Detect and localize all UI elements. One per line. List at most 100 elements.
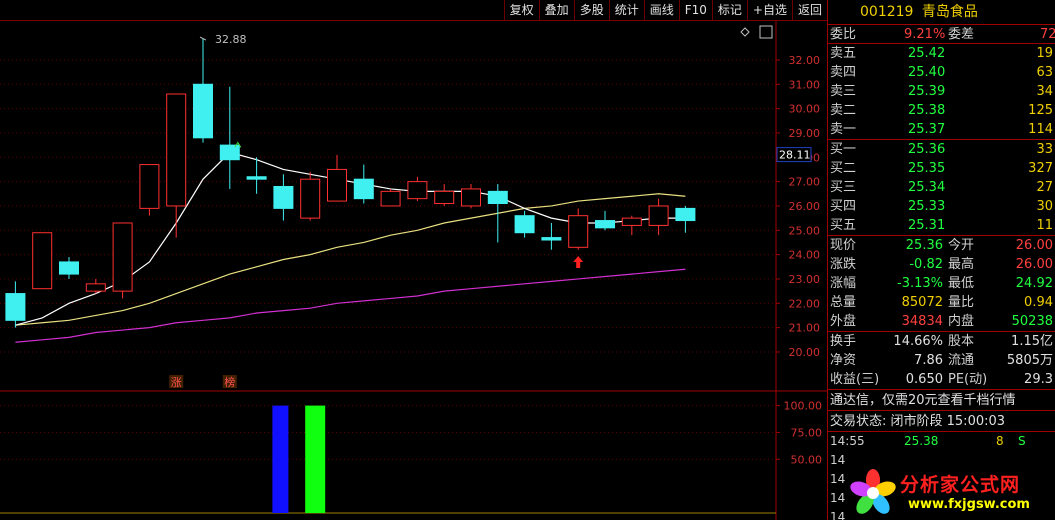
tick-price: 25.38 (904, 434, 939, 448)
level-volume: 114 (1028, 122, 1053, 137)
candle-body (675, 207, 696, 222)
buy-arrow-icon (573, 256, 584, 268)
stats-row: 涨幅 -3.13% 最低 24.92 (828, 274, 1055, 293)
stats-row: 总量 85072 量比 0.94 (828, 293, 1055, 312)
stock-name: 青岛食品 (921, 4, 978, 20)
level-volume: 63 (1036, 65, 1053, 80)
stat-value: 34834 (901, 314, 943, 329)
toolbar-button[interactable]: 返回 (791, 0, 827, 21)
toolbar-button[interactable]: 多股 (573, 0, 609, 21)
ask-row[interactable]: 卖三 25.39 34 (828, 82, 1055, 101)
price-tick-label: 25.00 (789, 224, 821, 237)
candle-body (139, 164, 160, 209)
level-price: 25.42 (908, 46, 946, 61)
fund-row: 收益(三) 0.650 PE(动) 29.3 (828, 370, 1055, 389)
stat-value: 1.15亿 (1011, 334, 1053, 349)
stats-row: 现价 25.36 今开 26.00 (828, 236, 1055, 255)
ask-row[interactable]: 卖四 25.40 63 (828, 63, 1055, 82)
stat-label: 今开 (948, 238, 975, 253)
stat-label: 现价 (830, 238, 857, 253)
candle-body (219, 144, 240, 161)
price-tick-label: 31.00 (789, 78, 821, 91)
level-volume: 19 (1036, 46, 1053, 61)
stat-value: -3.13% (897, 276, 943, 291)
level-label: 买一 (830, 142, 857, 157)
event-label: 涨 (171, 376, 182, 389)
level-price: 25.34 (908, 180, 946, 195)
price-tick-label: 21.00 (789, 322, 821, 335)
stat-label: 总量 (830, 295, 857, 310)
stat-value: 26.00 (1015, 257, 1053, 272)
level-label: 卖二 (830, 103, 857, 118)
price-tick-label: 24.00 (789, 249, 821, 262)
indicator-tick-label: 75.00 (791, 426, 823, 439)
level-volume: 11 (1036, 218, 1053, 233)
candle-body (85, 283, 106, 292)
ask-row[interactable]: 卖一 25.37 114 (828, 120, 1055, 139)
stat-label: 最低 (948, 276, 975, 291)
indicator-bar (305, 405, 326, 513)
ask-row[interactable]: 卖二 25.38 125 (828, 101, 1055, 120)
fundamentals: 换手 14.66% 股本 1.15亿 净资 7.86 流通 5805万 收益(三) 0.650 PE… (828, 332, 1055, 390)
toolbar-button[interactable]: 画线 (643, 0, 679, 21)
watermark: 分析家公式网 www.fxjgsw.com (848, 466, 1053, 520)
stat-value: 25.36 (905, 238, 943, 253)
tick-time: 14:55 (830, 434, 865, 448)
bid-row[interactable]: 买三 25.34 27 (828, 178, 1055, 197)
stat-value: 7.86 (914, 353, 943, 368)
price-tick-label: 26.00 (789, 200, 821, 213)
toolbar-button[interactable]: 复权 (503, 0, 539, 21)
stat-value: -0.82 (909, 257, 943, 272)
level-volume: 30 (1036, 199, 1053, 214)
level-label: 买四 (830, 199, 857, 214)
bid-row[interactable]: 买五 25.31 11 (828, 216, 1055, 235)
candle-body (32, 232, 53, 290)
order-diff-value: 72 (1040, 27, 1055, 42)
level-volume: 27 (1036, 180, 1053, 195)
level-volume: 125 (1028, 103, 1053, 118)
stat-value: 29.3 (1024, 372, 1053, 387)
level-label: 卖一 (830, 122, 857, 137)
stat-value: 50238 (1011, 314, 1053, 329)
level-volume: 33 (1036, 142, 1053, 157)
notice-banner[interactable]: 通达信，仅需20元查看千档行情 (828, 390, 1055, 411)
indicator-bar (272, 405, 289, 513)
bid-row[interactable]: 买四 25.33 30 (828, 197, 1055, 216)
candle-body (621, 217, 642, 226)
stat-value: 0.94 (1024, 295, 1053, 310)
ask-row[interactable]: 卖五 25.42 19 (828, 44, 1055, 63)
stat-label: 股本 (948, 334, 975, 349)
stat-label: 净资 (830, 353, 857, 368)
price-tick-label: 23.00 (789, 273, 821, 286)
bid-row[interactable]: 买二 25.35 327 (828, 159, 1055, 178)
toolbar-button[interactable]: 标记 (711, 0, 747, 21)
stat-value: 24.92 (1015, 276, 1053, 291)
level-label: 买三 (830, 180, 857, 195)
stat-value: 5805万 (1006, 353, 1053, 368)
toolbar-button[interactable]: F10 (678, 0, 712, 21)
toolbar-button[interactable]: 统计 (608, 0, 644, 21)
level-volume: 327 (1028, 161, 1053, 176)
stat-label: 换手 (830, 334, 857, 349)
tick-side: S (1018, 434, 1026, 448)
tick-row: 14:55 25.38 8 S (828, 432, 1055, 451)
level-price: 25.39 (908, 84, 946, 99)
kline-chart[interactable]: 32.0031.0030.0029.0028.0027.0026.0025.00… (0, 21, 827, 520)
level-price: 25.33 (908, 199, 946, 214)
chart-toolbar: 复权 叠加 多股 统计 画线 F10 标记 +自选 返回 (0, 0, 827, 21)
stat-label: PE(动) (948, 372, 988, 387)
stat-value: 0.650 (905, 372, 943, 387)
bid-row[interactable]: 买一 25.36 33 (828, 140, 1055, 159)
event-label: 榜 (224, 375, 235, 389)
flower-logo-icon (850, 469, 896, 514)
diamond-icon (740, 27, 750, 37)
candle-body (380, 190, 401, 207)
toolbar-button[interactable]: 叠加 (538, 0, 574, 21)
toolbar-button[interactable]: +自选 (746, 0, 792, 21)
candle-body (300, 178, 321, 219)
candle-body (353, 178, 374, 200)
order-ratio-value: 9.21% (904, 27, 946, 42)
watermark-title: 分析家公式网 (900, 474, 1021, 496)
tick-time: 14 (830, 491, 846, 505)
stat-label: 内盘 (948, 314, 975, 329)
